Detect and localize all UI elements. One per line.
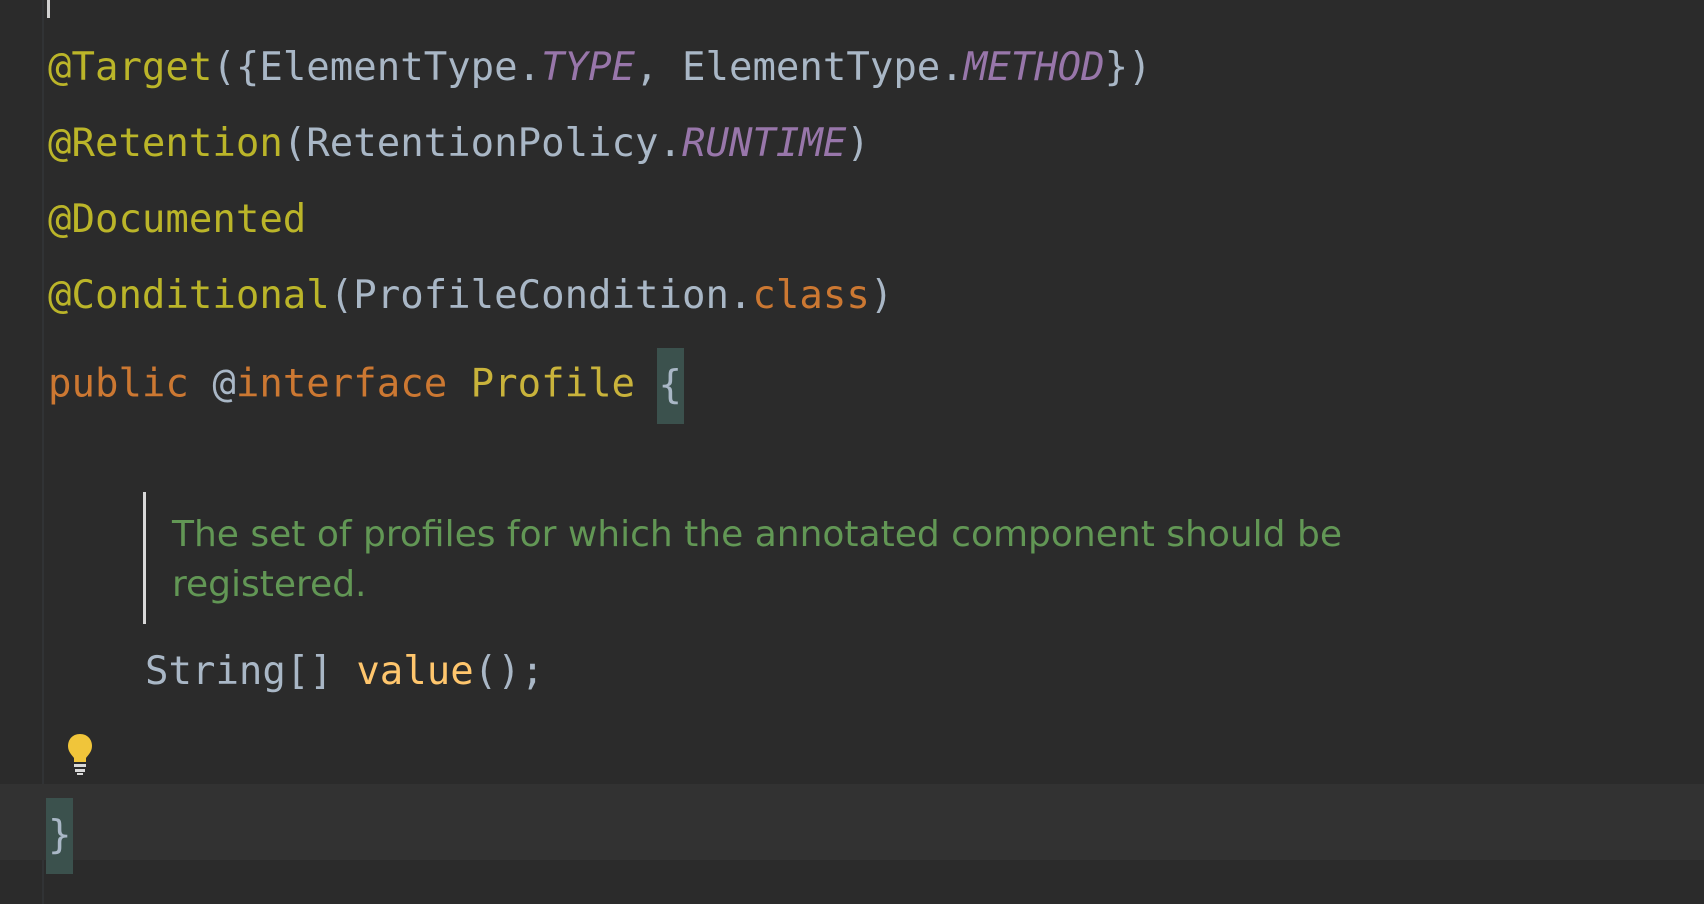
- code-line-closing-brace[interactable]: }: [46, 798, 74, 874]
- punctuation: (: [282, 121, 307, 166]
- keyword-interface: interface: [235, 361, 448, 407]
- gutter-divider: [42, 0, 44, 904]
- code-editor[interactable]: @Target({ElementType.TYPE, ElementType.M…: [0, 0, 1704, 904]
- annotation-conditional: @Conditional: [48, 273, 330, 318]
- retention-policy-ref: RetentionPolicy.: [306, 121, 682, 166]
- rendered-javadoc[interactable]: The set of profiles for which the annota…: [143, 492, 1446, 624]
- punctuation: (: [329, 273, 354, 318]
- return-type: String[]: [145, 649, 333, 694]
- punctuation: }): [1104, 45, 1152, 90]
- profile-condition-ref: ProfileCondition.: [353, 273, 753, 318]
- method-name: value: [356, 649, 474, 694]
- punctuation: ({: [212, 45, 260, 90]
- code-line-documented-annotation[interactable]: @Documented: [48, 196, 306, 244]
- close-brace-matched: }: [46, 798, 74, 874]
- code-line-conditional-annotation[interactable]: @Conditional(ProfileCondition.class): [48, 272, 893, 320]
- code-line-retention-annotation[interactable]: @Retention(RetentionPolicy.RUNTIME): [48, 120, 870, 168]
- element-type-ref: ElementType.: [259, 45, 542, 90]
- lightbulb-icon[interactable]: [66, 732, 94, 776]
- keyword-public: public: [48, 361, 189, 407]
- current-line-highlight: [0, 784, 1704, 860]
- constant-runtime: RUNTIME: [681, 121, 847, 166]
- constant-type: TYPE: [541, 45, 636, 90]
- punctuation: ();: [473, 649, 545, 694]
- keyword-class: class: [752, 273, 870, 318]
- annotation-retention: @Retention: [48, 121, 283, 166]
- code-line-target-annotation[interactable]: @Target({ElementType.TYPE, ElementType.M…: [48, 44, 1152, 92]
- code-line-interface-declaration[interactable]: public @interface Profile {: [48, 348, 685, 424]
- constant-method: METHOD: [963, 45, 1105, 90]
- punctuation: ): [846, 121, 870, 166]
- punctuation: ,: [635, 45, 682, 90]
- text-caret: [47, 0, 50, 18]
- annotation-documented: @Documented: [48, 197, 307, 242]
- punctuation: ): [869, 273, 894, 318]
- annotation-target: @Target: [48, 45, 213, 90]
- open-brace-matched: {: [656, 348, 685, 424]
- at-sign: @: [212, 361, 236, 407]
- interface-name: Profile: [470, 361, 636, 407]
- javadoc-text: The set of profiles for which the annota…: [172, 514, 1342, 605]
- code-line-value-method[interactable]: String[] value();: [145, 648, 544, 696]
- element-type-ref: ElementType.: [682, 45, 964, 90]
- lightbulb-icon: [68, 734, 92, 775]
